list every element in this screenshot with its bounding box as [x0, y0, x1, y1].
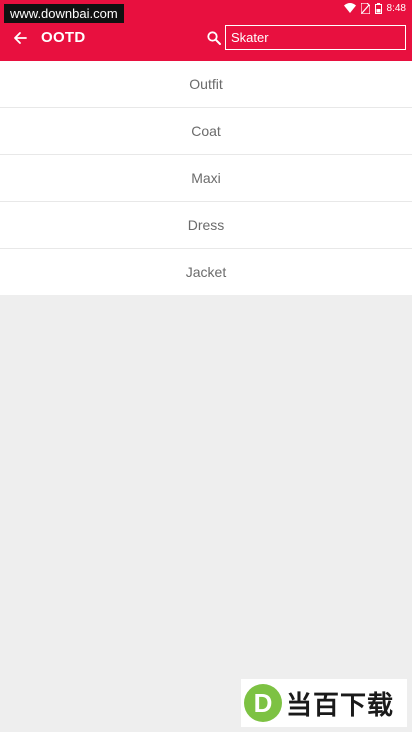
battery-icon	[374, 2, 382, 14]
search-icon	[206, 30, 222, 46]
list-item[interactable]: Outfit	[0, 61, 412, 108]
list-item[interactable]: Dress	[0, 202, 412, 249]
wifi-icon	[343, 3, 356, 13]
status-time: 8:48	[386, 2, 406, 14]
list-item[interactable]: Maxi	[0, 155, 412, 202]
logo-badge: D	[244, 684, 282, 722]
list-item[interactable]: Jacket	[0, 249, 412, 295]
logo-watermark: D 当百下载	[241, 679, 407, 727]
page-title: OOTD	[41, 29, 86, 46]
logo-text: 当百下载	[286, 690, 395, 721]
list-item[interactable]: Coat	[0, 108, 412, 155]
suggestion-list: Outfit Coat Maxi Dress Jacket	[0, 61, 412, 295]
status-icons: 8:48	[343, 1, 406, 15]
back-arrow-icon[interactable]	[8, 26, 32, 50]
search-input[interactable]	[225, 25, 406, 50]
sim-no-signal-icon	[360, 2, 370, 14]
site-watermark: www.downbai.com	[4, 4, 124, 23]
